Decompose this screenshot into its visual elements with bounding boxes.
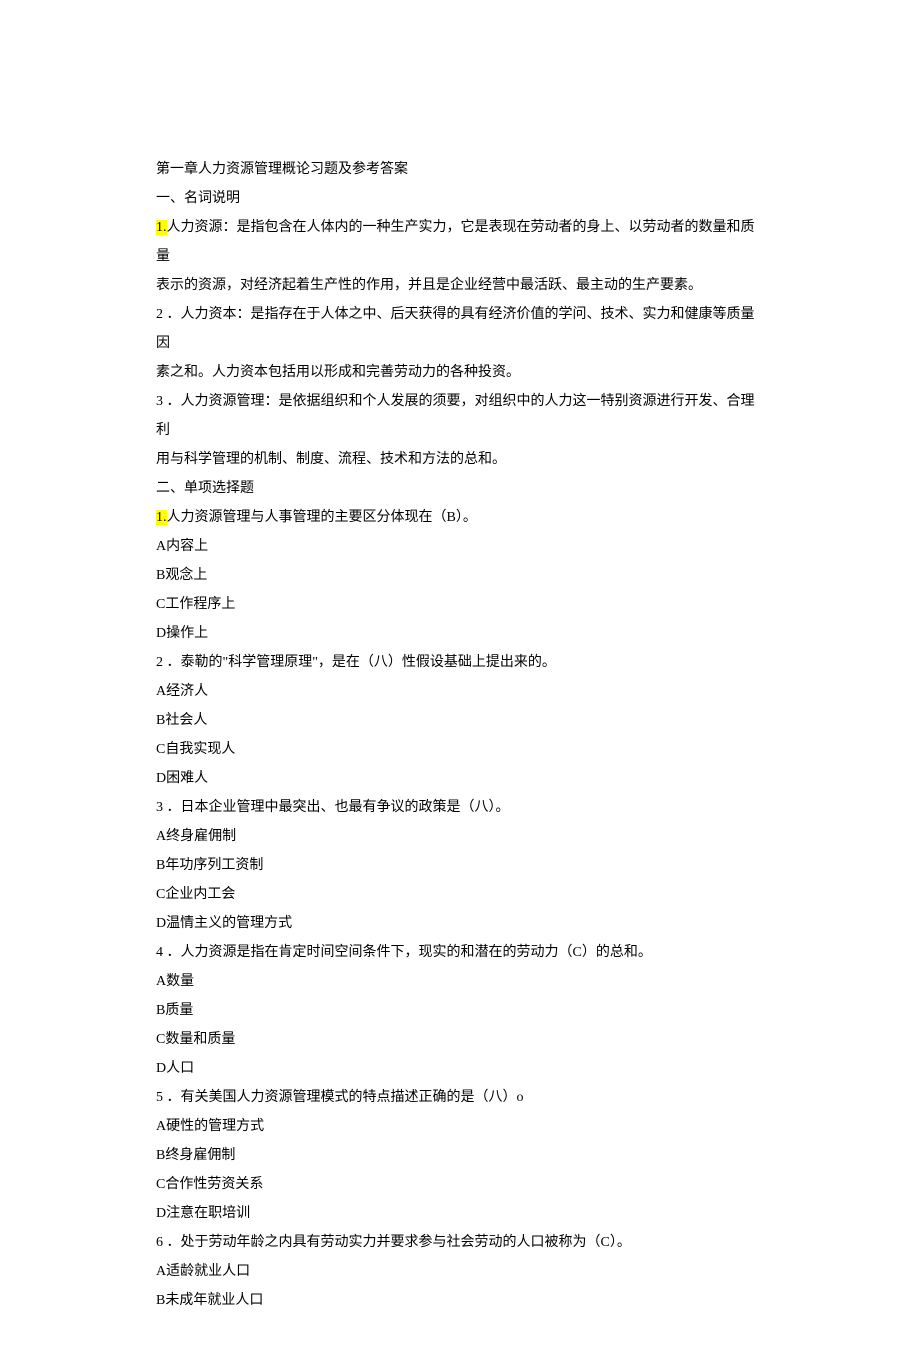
definition-line: 用与科学管理的机制、制度、流程、技术和方法的总和。 xyxy=(156,445,764,474)
question-line: 3 ．日本企业管理中最突出、也最有争议的政策是（八）。 xyxy=(156,793,764,822)
option-b: B终身雇佣制 xyxy=(156,1141,764,1170)
question-line: 6 ．处于劳动年龄之内具有劳动实力并要求参与社会劳动的人口被称为（C）。 xyxy=(156,1228,764,1257)
option-b: B质量 xyxy=(156,996,764,1025)
question-line: 5 ．有关美国人力资源管理模式的特点描述正确的是（八）o xyxy=(156,1083,764,1112)
option-d: D人口 xyxy=(156,1054,764,1083)
definition-line: 3 ．人力资源管理：是依据组织和个人发展的须要，对组织中的人力这一特别资源进行开… xyxy=(156,387,764,445)
section-header: 一、名词说明 xyxy=(156,184,764,213)
option-c: C工作程序上 xyxy=(156,590,764,619)
option-a: A数量 xyxy=(156,967,764,996)
option-d: D困难人 xyxy=(156,764,764,793)
highlight-number: 1. xyxy=(156,220,167,235)
definition-line: 表示的资源，对经济起着生产性的作用，并且是企业经营中最活跃、最主动的生产要素。 xyxy=(156,271,764,300)
highlight-number: 1. xyxy=(156,510,167,525)
question-line: 2 ．泰勒的"科学管理原理"，是在（八）性假设基础上提出来的。 xyxy=(156,648,764,677)
option-c: C合作性劳资关系 xyxy=(156,1170,764,1199)
option-c: C数量和质量 xyxy=(156,1025,764,1054)
option-d: D温情主义的管理方式 xyxy=(156,909,764,938)
option-a: A硬性的管理方式 xyxy=(156,1112,764,1141)
question-line: 1.人力资源管理与人事管理的主要区分体现在（B）。 xyxy=(156,503,764,532)
text: 人力资源管理与人事管理的主要区分体现在（B）。 xyxy=(167,510,477,525)
chapter-title: 第一章人力资源管理概论习题及参考答案 xyxy=(156,155,764,184)
definition-line: 2 ．人力资本：是指存在于人体之中、后天获得的具有经济价值的学问、技术、实力和健… xyxy=(156,300,764,358)
option-a: A适龄就业人口 xyxy=(156,1257,764,1286)
option-b: B观念上 xyxy=(156,561,764,590)
document-page: 第一章人力资源管理概论习题及参考答案 一、名词说明 1.人力资源：是指包含在人体… xyxy=(0,0,920,1365)
option-a: A经济人 xyxy=(156,677,764,706)
section-header: 二、单项选择题 xyxy=(156,474,764,503)
question-line: 4 ．人力资源是指在肯定时间空间条件下，现实的和潜在的劳动力（C）的总和。 xyxy=(156,938,764,967)
option-a: A终身雇佣制 xyxy=(156,822,764,851)
option-b: B年功序列工资制 xyxy=(156,851,764,880)
option-c: C自我实现人 xyxy=(156,735,764,764)
option-a: A内容上 xyxy=(156,532,764,561)
text: 人力资源：是指包含在人体内的一种生产实力，它是表现在劳动者的身上、以劳动者的数量… xyxy=(156,220,755,264)
option-d: D注意在职培训 xyxy=(156,1199,764,1228)
option-d: D操作上 xyxy=(156,619,764,648)
definition-line: 1.人力资源：是指包含在人体内的一种生产实力，它是表现在劳动者的身上、以劳动者的… xyxy=(156,213,764,271)
option-b: B社会人 xyxy=(156,706,764,735)
definition-line: 素之和。人力资本包括用以形成和完善劳动力的各种投资。 xyxy=(156,358,764,387)
option-c: C企业内工会 xyxy=(156,880,764,909)
